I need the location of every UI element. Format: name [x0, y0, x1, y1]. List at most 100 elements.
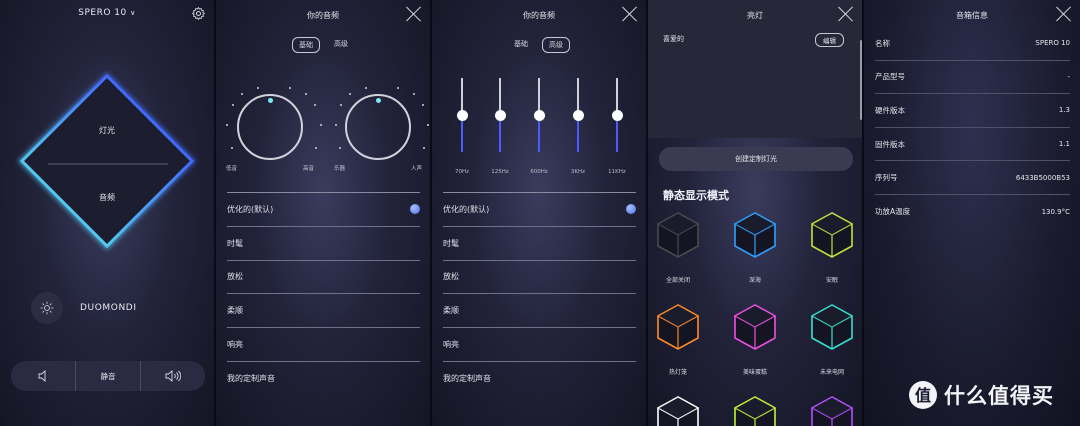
tab-basic[interactable]: 基础	[508, 37, 534, 53]
preset-item[interactable]: 柔顺	[443, 293, 636, 327]
selected-dot-icon	[410, 204, 420, 215]
mode-label: 深海	[748, 277, 761, 284]
mode-label: 全部关闭	[665, 277, 690, 284]
eq-band-label: 70Hz	[454, 169, 470, 175]
sun-icon	[40, 301, 54, 315]
mode-label: 未来电网	[819, 369, 844, 376]
preset-item[interactable]: 时髦	[227, 225, 420, 260]
close-icon[interactable]	[838, 6, 854, 22]
eq-slider-fill	[577, 115, 579, 152]
light-mode-cube-icon[interactable]	[732, 302, 778, 352]
light-mode-cube-icon[interactable]	[655, 394, 701, 426]
knob1-right-label: 高音	[303, 166, 315, 172]
info-row: 功放A温度 130.9°C	[875, 207, 1070, 217]
preset-item[interactable]: 放松	[227, 259, 420, 294]
audio-entry[interactable]: 音频	[0, 192, 214, 203]
close-icon[interactable]	[1056, 6, 1072, 22]
lights-entry[interactable]: 灯光	[0, 125, 214, 136]
eq-band-label: 3KHz	[570, 169, 586, 175]
page-title: 音箱信息	[956, 11, 988, 20]
light-toggle-button[interactable]	[31, 292, 63, 324]
close-icon[interactable]	[406, 6, 422, 22]
knob-indicator	[267, 98, 273, 103]
knob1-left-label: 低音	[226, 166, 238, 172]
volume-down-icon	[38, 370, 46, 382]
knob2-left-label: 乐器	[334, 166, 346, 172]
preset-item[interactable]: 我的定制声音	[443, 360, 636, 395]
preset-item[interactable]: 响亮	[227, 327, 420, 361]
audio-basic-screen: 你的音频 基础 高级 低音 高音 乐器 人声 优化的(默认) 时髦 放松 柔顺 …	[216, 0, 430, 426]
section-header: 静态显示模式	[663, 189, 729, 202]
preset-item[interactable]: 放松	[443, 259, 636, 294]
info-row: 产品型号 -	[875, 61, 1070, 95]
volume-bar: 静音	[11, 361, 205, 391]
tab-advanced[interactable]: 高级	[328, 37, 354, 53]
page-title: 你的音频	[523, 11, 555, 20]
mode-label: 安眠	[825, 277, 838, 284]
bass-treble-knob[interactable]	[237, 94, 303, 160]
eq-slider-3KHz[interactable]	[572, 78, 584, 152]
watermark-text: 什么值得买	[944, 384, 1054, 408]
favorites-label: 喜爱的	[663, 35, 684, 43]
light-mode-cube-icon[interactable]	[655, 210, 701, 260]
mode-tabs: 基础 高级	[432, 37, 646, 53]
device-selector[interactable]: SPERO 10 ∨	[0, 8, 214, 18]
watermark: 值 什么值得买	[908, 380, 1054, 410]
preset-item[interactable]: 优化的(默认)	[443, 192, 636, 226]
chevron-down-icon: ∨	[130, 9, 136, 17]
light-mode-cube-icon[interactable]	[732, 210, 778, 260]
lights-screen: 亮灯 喜爱的 编辑 创建定制灯光 静态显示模式 全部关闭 深海 安眠 热灯笼 美…	[648, 0, 862, 426]
svg-text:值: 值	[915, 386, 931, 405]
eq-slider-70Hz[interactable]	[456, 78, 468, 152]
eq-slider-thumb[interactable]	[533, 109, 545, 121]
eq-slider-fill	[499, 115, 501, 152]
info-row: 序列号 6433B5000B53	[875, 161, 1070, 195]
preset-item[interactable]: 我的定制声音	[227, 360, 420, 395]
eq-slider-thumb[interactable]	[611, 109, 623, 121]
preset-item[interactable]: 优化的(默认)	[227, 192, 420, 226]
eq-slider-600Hz[interactable]	[533, 78, 545, 152]
eq-slider-fill	[538, 115, 540, 152]
eq-band-label: 11KHz	[608, 169, 626, 175]
eq-slider-thumb[interactable]	[494, 109, 506, 121]
close-icon[interactable]	[622, 6, 638, 22]
light-mode-cube-icon[interactable]	[809, 210, 855, 260]
preset-item[interactable]: 响亮	[443, 327, 636, 361]
info-row: 硬件版本 1.3	[875, 94, 1070, 128]
home-screen: SPERO 10 ∨ 灯光 音频 DUOMONDI 静音	[0, 0, 214, 426]
light-mode-cube-icon[interactable]	[732, 394, 778, 426]
speaker-info-screen: 音箱信息 名称 SPERO 10 产品型号 - 硬件版本 1.3 固件版本 1.1 序列…	[864, 0, 1080, 426]
eq-band-label: 125Hz	[491, 169, 509, 175]
eq-slider-125Hz[interactable]	[494, 78, 506, 152]
knob2-right-label: 人声	[411, 166, 423, 172]
gear-icon[interactable]	[191, 6, 206, 21]
page-title: 亮灯	[747, 11, 763, 20]
preset-list: 优化的(默认) 时髦 放松 柔顺 响亮 我的定制声音	[443, 192, 636, 395]
tab-basic[interactable]: 基础	[292, 37, 320, 53]
light-mode-cube-icon[interactable]	[809, 302, 855, 352]
audio-advanced-screen: 你的音频 基础 高级 70Hz 125Hz 600Hz 3KHz 11KHz 优化的(默…	[432, 0, 646, 426]
mode-label: 热灯笼	[668, 369, 687, 376]
mute-button[interactable]: 静音	[76, 361, 141, 391]
edit-button[interactable]: 编辑	[815, 33, 844, 47]
eq-slider-thumb[interactable]	[456, 109, 468, 121]
brand-label: DUOMONDI	[80, 303, 137, 313]
mode-label: 美味蛋糕	[742, 369, 767, 376]
tab-advanced[interactable]: 高级	[542, 37, 570, 53]
preset-item[interactable]: 时髦	[443, 225, 636, 260]
light-mode-cube-icon[interactable]	[809, 394, 855, 426]
volume-down-button[interactable]	[11, 361, 76, 391]
preset-item[interactable]: 柔顺	[227, 293, 420, 327]
knob-indicator	[375, 98, 381, 103]
info-row: 固件版本 1.1	[875, 128, 1070, 162]
eq-slider-thumb[interactable]	[572, 109, 584, 121]
volume-up-icon	[165, 370, 181, 382]
create-custom-light-button[interactable]: 创建定制灯光	[659, 147, 853, 171]
scrollbar[interactable]	[860, 40, 862, 120]
info-row: 名称 SPERO 10	[875, 27, 1070, 61]
instrument-vocal-knob[interactable]	[345, 94, 411, 160]
light-mode-cube-icon[interactable]	[655, 302, 701, 352]
eq-slider-fill	[616, 115, 618, 152]
volume-up-button[interactable]	[141, 361, 205, 391]
eq-slider-11KHz[interactable]	[611, 78, 623, 152]
